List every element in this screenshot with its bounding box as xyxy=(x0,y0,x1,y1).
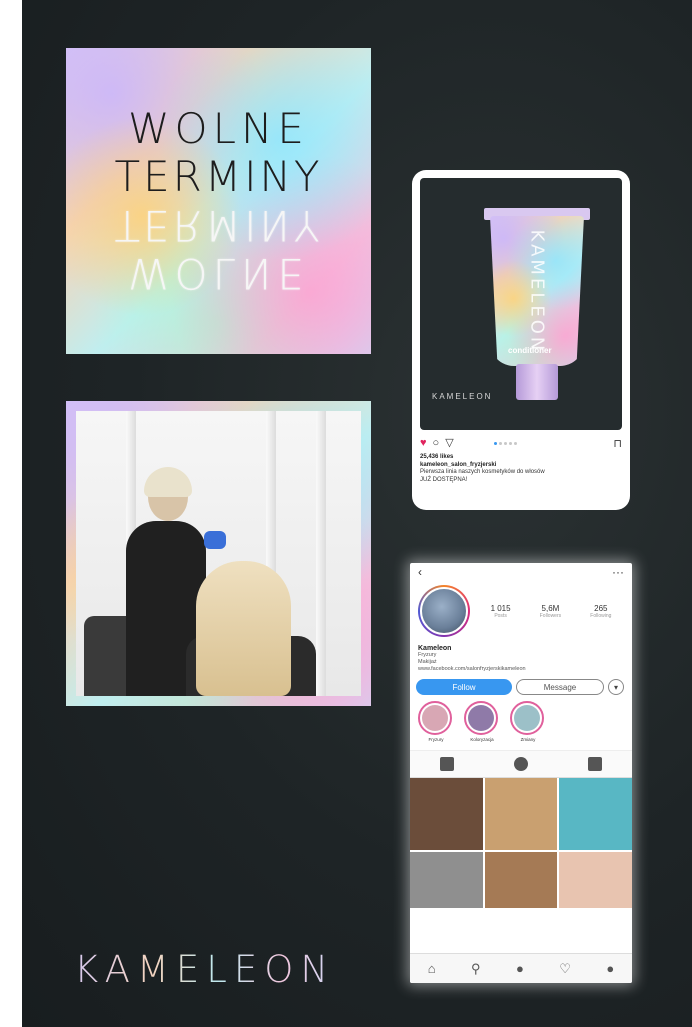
profile-website-link[interactable]: www.facebook.com/salonfryzjerskikameleon xyxy=(418,666,624,673)
grid-post[interactable] xyxy=(410,852,483,908)
bio-line-1: Fryzury xyxy=(418,652,437,658)
stat-posts-value: 1 015 xyxy=(490,603,511,613)
more-options-icon[interactable]: ··· xyxy=(612,565,624,579)
stat-following[interactable]: 265 Following xyxy=(590,604,611,619)
home-icon[interactable]: ⌂ xyxy=(428,961,436,976)
post-image-logo: KAMELEON xyxy=(432,392,493,401)
comment-icon[interactable]: ○ xyxy=(433,437,440,449)
tube-brand-text: KAMELEON xyxy=(526,229,548,353)
highlight-ring xyxy=(418,701,452,735)
highlight-image xyxy=(422,705,448,731)
grid-post[interactable] xyxy=(484,778,558,850)
bookmark-icon[interactable]: ⊓ xyxy=(613,437,622,450)
highlight-label: Fryzury xyxy=(428,737,444,742)
photo-shelf xyxy=(316,411,326,696)
story-highlights: Fryzury Koloryzacja Zmiany xyxy=(410,695,632,742)
salon-photo xyxy=(76,411,361,696)
profile-header: 1 015 Posts 5,6M Followers 265 Following xyxy=(410,581,632,637)
grid-post[interactable] xyxy=(410,778,483,850)
carousel-dot xyxy=(503,441,507,445)
highlight-label: Koloryzacja xyxy=(470,737,494,742)
grid-tab-icon[interactable] xyxy=(440,757,454,771)
add-icon[interactable]: ● xyxy=(516,961,524,976)
instagram-profile-screen: ‹ ··· 1 015 Posts 5,6M Followers 265 Fol… xyxy=(410,563,632,983)
back-icon[interactable]: ‹ xyxy=(418,565,422,579)
highlight-image xyxy=(468,705,494,731)
highlight-koloryzacja[interactable]: Koloryzacja xyxy=(464,701,500,742)
carousel-dot xyxy=(508,441,512,445)
stat-following-label: Following xyxy=(590,612,612,619)
salon-photo-frame xyxy=(66,401,371,706)
profile-stats: 1 015 Posts 5,6M Followers 265 Following xyxy=(476,604,626,619)
stat-followers[interactable]: 5,6M Followers xyxy=(540,604,561,619)
posts-grid xyxy=(410,778,632,908)
profile-top-bar: ‹ ··· xyxy=(410,563,632,581)
stat-posts[interactable]: 1 015 Posts xyxy=(491,604,511,619)
bottom-nav: ⌂ ⚲ ● ♡ ● xyxy=(410,953,632,983)
carousel-dot xyxy=(493,441,497,445)
post-caption-line-2: JUŻ DOSTĘPNA! xyxy=(420,477,468,483)
profile-tabs xyxy=(410,750,632,778)
photo-glove xyxy=(204,531,226,549)
post-likes: 25,436 likes xyxy=(420,454,454,460)
grid-post[interactable] xyxy=(559,778,632,850)
poster-mirror-line-2: WOLNE xyxy=(128,249,309,298)
carousel-dot xyxy=(498,441,502,445)
stat-followers-value: 5,6M xyxy=(541,603,560,613)
poster-line-1: WOLNE xyxy=(128,104,309,153)
search-icon[interactable]: ⚲ xyxy=(471,961,481,977)
heart-icon[interactable]: ♡ xyxy=(559,961,571,977)
tagged-tab-icon[interactable] xyxy=(588,757,602,771)
suggestions-dropdown-button[interactable]: ▾ xyxy=(608,679,624,695)
carousel-dots xyxy=(493,441,517,445)
photo-client-hair xyxy=(196,561,291,696)
instagram-post-card: KAMELEON conditioner KAMELEON ♥ ○ ▽ ⊓ 25… xyxy=(412,170,630,510)
product-label: conditioner xyxy=(508,346,552,355)
post-image[interactable]: KAMELEON conditioner KAMELEON xyxy=(420,178,622,430)
follow-button[interactable]: Follow xyxy=(416,679,512,695)
profile-action-buttons: Follow Message ▾ xyxy=(410,673,632,695)
tube-cap xyxy=(516,364,558,400)
grid-post[interactable] xyxy=(484,852,558,908)
reels-tab-icon[interactable] xyxy=(514,757,528,771)
highlight-ring xyxy=(510,701,544,735)
kameleon-logo: KAMELEON xyxy=(74,948,336,991)
highlight-ring xyxy=(464,701,498,735)
carousel-dot xyxy=(513,441,517,445)
avatar-image xyxy=(420,587,468,635)
bio-line-2: Makijaż xyxy=(418,659,437,665)
grid-post[interactable] xyxy=(559,852,632,908)
highlight-image xyxy=(514,705,540,731)
heart-icon[interactable]: ♥ xyxy=(420,437,427,449)
poster-mirror-line-1: TERMINY xyxy=(114,201,323,250)
stat-following-value: 265 xyxy=(594,603,608,613)
profile-name: Kameleon xyxy=(418,645,452,652)
stat-followers-label: Followers xyxy=(539,612,562,619)
profile-icon[interactable]: ● xyxy=(606,961,614,976)
post-actions-bar: ♥ ○ ▽ ⊓ xyxy=(420,436,622,450)
highlight-fryzury[interactable]: Fryzury xyxy=(418,701,454,742)
share-icon[interactable]: ▽ xyxy=(445,437,453,449)
post-caption-line-1: Pierwsza linia naszych kosmetyków do wło… xyxy=(420,469,545,475)
product-tube: KAMELEON xyxy=(490,216,584,366)
message-button[interactable]: Message xyxy=(516,679,604,695)
poster-wolne-terminy: WOLNE TERMINY TERMINY WOLNE xyxy=(66,48,371,354)
avatar[interactable] xyxy=(418,585,470,637)
profile-bio: Kameleon Fryzury Makijaż www.facebook.co… xyxy=(410,637,632,673)
poster-line-2: TERMINY xyxy=(114,152,323,201)
highlight-label: Zmiany xyxy=(520,737,536,742)
stat-posts-label: Posts xyxy=(494,612,507,619)
highlight-zmiany[interactable]: Zmiany xyxy=(510,701,546,742)
